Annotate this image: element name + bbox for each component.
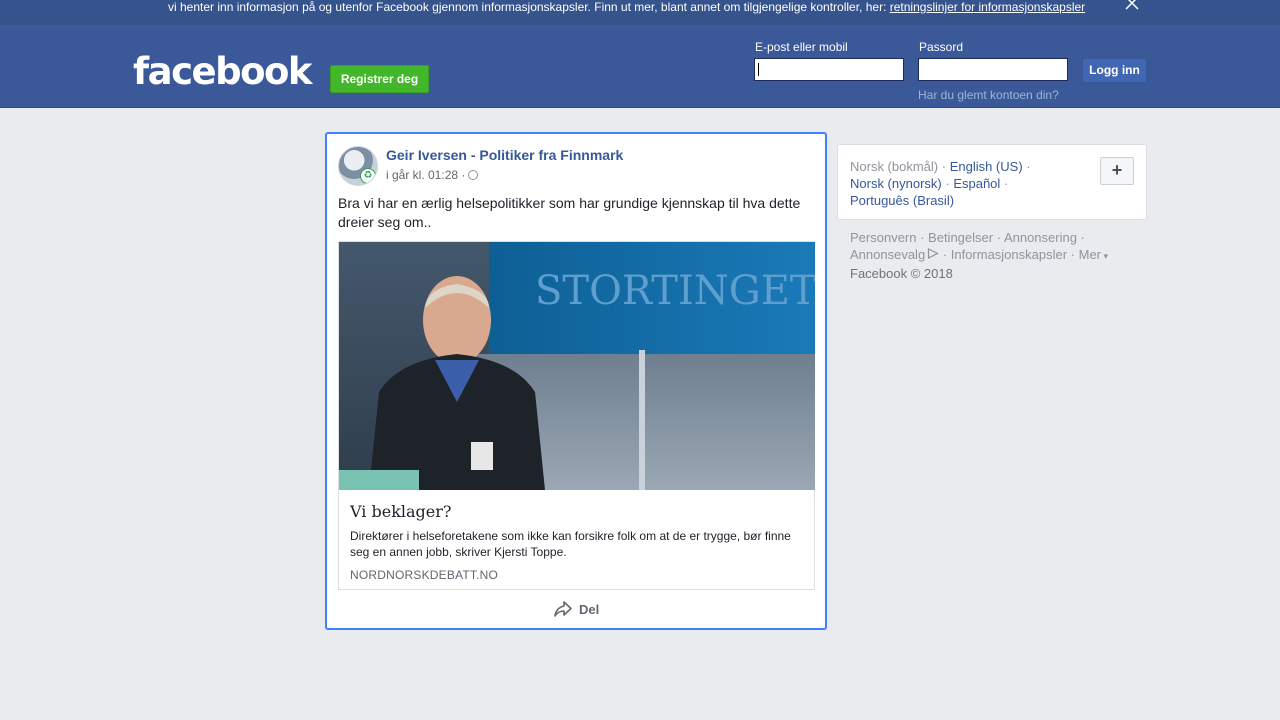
avatar[interactable]: ♻ <box>338 146 378 186</box>
stortinget-sign: STORTINGET <box>535 268 815 314</box>
globe-icon <box>468 170 479 180</box>
post-meta: i går kl. 01:28 · <box>386 168 479 182</box>
footer-link-terms[interactable]: Betingelser <box>928 230 993 245</box>
facebook-logo[interactable]: facebook <box>133 49 313 95</box>
post-text: Bra vi har en ærlig helsepolitikker som … <box>338 195 801 230</box>
recycle-icon: ♻ <box>360 168 376 184</box>
forgot-account-link[interactable]: Har du glemt kontoen din? <box>918 88 1059 102</box>
footer-link-privacy[interactable]: Personvern <box>850 230 916 245</box>
cookie-banner-message: vi henter inn informasjon på og utenfor … <box>168 0 890 14</box>
footer-link-more[interactable]: Mer <box>1079 247 1101 262</box>
share-label: Del <box>579 602 600 617</box>
register-button[interactable]: Registrer deg <box>330 65 429 93</box>
email-field[interactable] <box>754 58 904 81</box>
post-timestamp[interactable]: i går kl. 01:28 · <box>386 168 465 182</box>
link-preview[interactable]: STORTINGET Vi beklager? Direktører i hel… <box>338 241 815 590</box>
top-header: facebook Registrer deg E-post eller mobi… <box>0 25 1280 108</box>
email-label: E-post eller mobil <box>755 40 848 54</box>
language-selector: Norsk (bokmål) · English (US) · Norsk (n… <box>837 144 1147 220</box>
password-label: Passord <box>919 40 964 54</box>
language-nynorsk[interactable]: Norsk (nynorsk) <box>850 176 942 191</box>
link-preview-image[interactable]: STORTINGET <box>339 242 815 490</box>
ad-choices-icon <box>928 248 940 259</box>
cookie-policy-link[interactable]: retningslinjer for informasjonskapsler <box>890 0 1085 14</box>
footer-links: Personvern · Betingelser · Annonsering ·… <box>850 230 1109 281</box>
footer-link-ad-choices[interactable]: Annonsevalg <box>850 247 925 262</box>
cookie-banner: vi henter inn informasjon på og utenfor … <box>0 0 1280 25</box>
cookie-banner-text: vi henter inn informasjon på og utenfor … <box>168 0 1085 14</box>
link-title[interactable]: Vi beklager? <box>350 502 451 521</box>
close-icon[interactable] <box>1124 0 1140 11</box>
post-author[interactable]: Geir Iversen - Politiker fra Finnmark <box>386 147 623 163</box>
copyright: Facebook © 2018 <box>850 266 953 281</box>
language-list: Norsk (bokmål) · English (US) · Norsk (n… <box>850 159 1031 208</box>
link-description: Direktører i helseforetakene som ikke ka… <box>350 529 791 559</box>
language-current: Norsk (bokmål) <box>850 159 939 174</box>
share-icon <box>554 601 572 617</box>
login-button[interactable]: Logg inn <box>1082 58 1147 83</box>
password-field[interactable] <box>918 58 1068 81</box>
language-portugues[interactable]: Português (Brasil) <box>850 193 954 208</box>
footer-link-cookies[interactable]: Informasjonskapsler <box>951 247 1067 262</box>
post-card: ♻ Geir Iversen - Politiker fra Finnmark … <box>325 132 827 630</box>
chevron-down-icon[interactable]: ▾ <box>1101 251 1109 261</box>
add-language-button[interactable]: + <box>1100 157 1134 185</box>
language-espanol[interactable]: Español <box>953 176 1000 191</box>
share-button[interactable]: Del <box>553 600 599 620</box>
link-domain: NORDNORSKDEBATT.NO <box>350 568 499 582</box>
footer-link-advertising[interactable]: Annonsering <box>1004 230 1077 245</box>
language-english[interactable]: English (US) <box>950 159 1023 174</box>
